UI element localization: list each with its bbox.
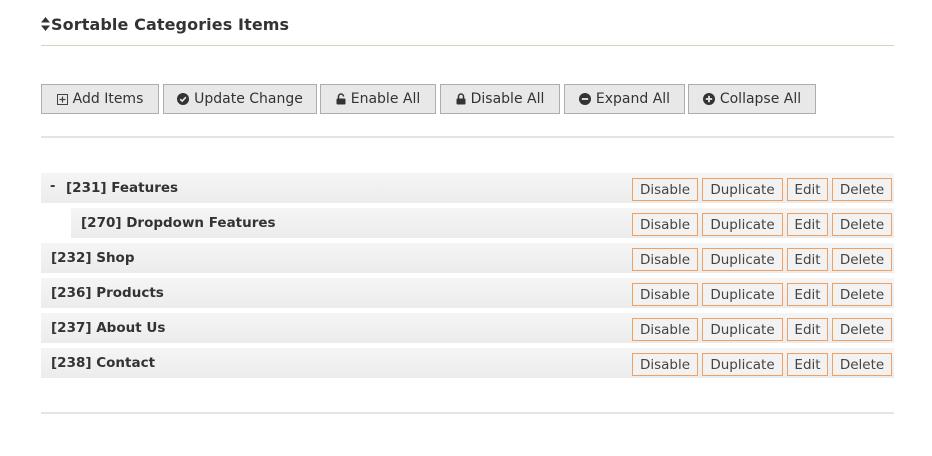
check-circle-icon (177, 93, 190, 105)
expand-all-button[interactable]: Expand All (564, 84, 685, 114)
tree-row-label: [231] Features (66, 180, 179, 196)
edit-button[interactable]: Edit (787, 248, 828, 271)
section-title: Sortable Categories Items (51, 14, 290, 34)
disable-button[interactable]: Disable (632, 248, 698, 271)
disable-button[interactable]: Disable (632, 283, 698, 306)
edit-button[interactable]: Edit (787, 283, 828, 306)
unlock-icon (336, 93, 346, 105)
tree-row-label: [236] Products (51, 285, 164, 301)
add-items-button[interactable]: Add Items (41, 84, 159, 114)
sort-icon (41, 17, 50, 31)
footer-divider (41, 412, 894, 414)
tree-row-child[interactable]: [270] Dropdown Features Disable Duplicat… (71, 208, 894, 238)
delete-button[interactable]: Delete (832, 248, 892, 271)
delete-button[interactable]: Delete (832, 318, 892, 341)
tree-row[interactable]: [232] Shop Disable Duplicate Edit Delete (41, 243, 894, 273)
duplicate-button[interactable]: Duplicate (702, 248, 783, 271)
expand-all-label: Expand All (595, 91, 671, 107)
minus-circle-icon (578, 93, 591, 105)
toolbar-divider (41, 136, 894, 138)
plus-circle-icon (702, 93, 715, 105)
delete-button[interactable]: Delete (832, 353, 892, 376)
add-items-label: Add Items (72, 91, 144, 107)
collapse-all-label: Collapse All (719, 91, 802, 107)
edit-button[interactable]: Edit (787, 318, 828, 341)
enable-all-label: Enable All (350, 91, 421, 107)
enable-all-button[interactable]: Enable All (320, 84, 436, 114)
plus-square-icon (56, 93, 68, 105)
disable-all-label: Disable All (470, 91, 545, 107)
delete-button[interactable]: Delete (832, 213, 892, 236)
duplicate-button[interactable]: Duplicate (702, 353, 783, 376)
disable-button[interactable]: Disable (632, 178, 698, 201)
update-change-button[interactable]: Update Change (163, 84, 317, 114)
tree-row-label: [232] Shop (51, 250, 135, 266)
duplicate-button[interactable]: Duplicate (702, 178, 783, 201)
disable-all-button[interactable]: Disable All (440, 84, 560, 114)
categories-panel: Sortable Categories Items Add Items Upda… (0, 0, 932, 456)
tree-row-label: [237] About Us (51, 320, 166, 336)
tree-row[interactable]: - [231] Features Disable Duplicate Edit … (41, 173, 894, 203)
tree-row[interactable]: [238] Contact Disable Duplicate Edit Del… (41, 348, 894, 378)
update-change-label: Update Change (194, 91, 303, 107)
tree-row[interactable]: [237] About Us Disable Duplicate Edit De… (41, 313, 894, 343)
lock-icon (456, 93, 466, 105)
collapse-toggle[interactable]: - (50, 173, 55, 203)
tree-row-label: [238] Contact (51, 355, 156, 371)
section-heading: Sortable Categories Items (41, 13, 289, 35)
delete-button[interactable]: Delete (832, 178, 892, 201)
heading-divider (41, 45, 894, 46)
collapse-all-button[interactable]: Collapse All (688, 84, 816, 114)
delete-button[interactable]: Delete (832, 283, 892, 306)
disable-button[interactable]: Disable (632, 213, 698, 236)
tree-row-label: [270] Dropdown Features (81, 215, 276, 231)
tree-row[interactable]: [236] Products Disable Duplicate Edit De… (41, 278, 894, 308)
edit-button[interactable]: Edit (787, 178, 828, 201)
disable-button[interactable]: Disable (632, 318, 698, 341)
disable-button[interactable]: Disable (632, 353, 698, 376)
duplicate-button[interactable]: Duplicate (702, 283, 783, 306)
duplicate-button[interactable]: Duplicate (702, 318, 783, 341)
duplicate-button[interactable]: Duplicate (702, 213, 783, 236)
edit-button[interactable]: Edit (787, 213, 828, 236)
edit-button[interactable]: Edit (787, 353, 828, 376)
